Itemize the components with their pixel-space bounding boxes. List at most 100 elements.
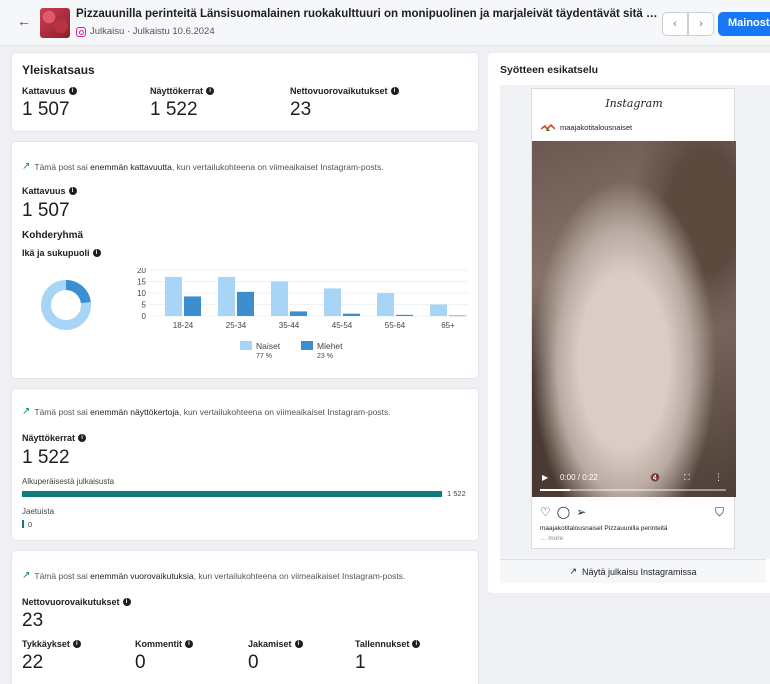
feed-preview-panel: Syötteen esikatselu Instagram maajakotit…: [488, 53, 770, 593]
y-tick-label: 10: [137, 289, 146, 298]
more-options-icon[interactable]: ⋮: [714, 472, 723, 483]
overview-engagement-label: Nettovuorovaikutukset i: [290, 86, 399, 96]
comments-value: 0: [135, 652, 146, 673]
overview-reach-label: Kattavuus i: [22, 86, 77, 96]
y-tick-label: 20: [137, 268, 146, 275]
post-caption: maajakotitalousnaiset Pizzauunilla perin…: [540, 525, 668, 532]
overview-reach-value: 1 507: [22, 99, 70, 120]
engagement-trend: ↗ Tämä post sai enemmän vuorovaikutuksia…: [22, 570, 406, 581]
shared-value: 0: [28, 520, 33, 529]
bar-miehet-65+[interactable]: [449, 315, 466, 317]
y-tick-label: 5: [142, 301, 147, 310]
info-icon[interactable]: i: [412, 640, 421, 648]
origin-bar-track: [22, 491, 442, 497]
x-tick-label: 18-24: [173, 321, 194, 330]
mute-icon[interactable]: 🔇: [650, 473, 660, 482]
info-icon[interactable]: i: [122, 598, 131, 606]
bar-naiset-45-54[interactable]: [324, 288, 341, 316]
overview-impressions-value: 1 522: [150, 99, 198, 120]
info-icon[interactable]: i: [72, 640, 81, 648]
age-gender-label: Ikä ja sukupuoli i: [22, 248, 101, 258]
shared-label: Jaetuista: [22, 507, 55, 516]
trend-up-icon: ↗: [22, 570, 31, 581]
shared-bar: [22, 520, 24, 528]
saves-label: Tallennukset i: [355, 639, 421, 649]
info-icon[interactable]: i: [294, 640, 303, 648]
instagram-post-preview: Instagram maajakotitalousnaiset ▶ 0:00 /…: [531, 88, 736, 549]
x-tick-label: 65+: [441, 321, 455, 330]
impressions-card: ↗ Tämä post sai enemmän näyttökertoja, k…: [12, 389, 478, 540]
y-tick-label: 15: [137, 278, 146, 287]
video-controls: ▶ 0:00 / 0:22 🔇 ⛶ ⋮: [532, 467, 736, 497]
bar-naiset-55-64[interactable]: [377, 293, 394, 316]
video-progress-bar[interactable]: [540, 489, 726, 491]
share-send-icon[interactable]: ➢: [576, 505, 586, 519]
legend-swatch-naiset: [240, 341, 252, 350]
bar-miehet-25-34[interactable]: [237, 291, 254, 316]
view-on-instagram-button[interactable]: ↗ Näytä julkaisu Instagramissa: [500, 559, 766, 583]
post-thumbnail: [40, 8, 70, 38]
comments-label: Kommentit i: [135, 639, 193, 649]
x-tick-label: 55-64: [385, 321, 406, 330]
info-icon[interactable]: i: [68, 187, 77, 195]
feed-preview-title: Syötteen esikatselu: [500, 64, 599, 76]
origin-bar: [22, 491, 442, 497]
bar-naiset-18-24[interactable]: [165, 276, 182, 316]
likes-label: Tykkäykset i: [22, 639, 81, 649]
shares-label: Jakamiset i: [248, 639, 303, 649]
x-tick-label: 35-44: [279, 321, 300, 330]
overview-engagement-value: 23: [290, 99, 312, 120]
bar-naiset-65+[interactable]: [430, 304, 447, 317]
origin-value: 1 522: [447, 489, 466, 498]
legend-miehet-pct: 23 %: [317, 353, 333, 360]
engagement-value: 23: [22, 610, 44, 631]
previous-post-button[interactable]: ‹: [662, 12, 688, 36]
post-video[interactable]: ▶ 0:00 / 0:22 🔇 ⛶ ⋮: [532, 141, 736, 497]
overview-card: Yleiskatsaus Kattavuus i 1 507 Näyttökerr…: [12, 53, 478, 131]
bar-miehet-55-64[interactable]: [396, 314, 413, 316]
play-icon[interactable]: ▶: [542, 473, 548, 482]
fullscreen-icon[interactable]: ⛶: [684, 473, 690, 483]
reach-label: Kattavuus i: [22, 186, 77, 196]
comment-icon[interactable]: ◯: [557, 505, 570, 519]
instagram-username[interactable]: maajakotitalousnaiset: [560, 123, 632, 132]
video-time: 0:00 / 0:22: [560, 473, 598, 482]
bar-miehet-18-24[interactable]: [184, 296, 201, 316]
audience-title: Kohderyhmä: [22, 230, 84, 241]
x-tick-label: 25-34: [226, 321, 247, 330]
bar-miehet-35-44[interactable]: [290, 311, 307, 316]
reach-card: ↗ Tämä post sai enemmän kattavuutta, kun…: [12, 142, 478, 378]
impressions-value: 1 522: [22, 447, 70, 468]
info-icon[interactable]: i: [390, 87, 399, 95]
info-icon[interactable]: i: [206, 87, 215, 95]
reach-trend: ↗ Tämä post sai enemmän kattavuutta, kun…: [22, 161, 384, 172]
caption-more-link[interactable]: … more: [540, 535, 563, 542]
impressions-trend: ↗ Tämä post sai enemmän näyttökertoja, k…: [22, 406, 391, 417]
back-arrow-icon[interactable]: ←: [17, 13, 31, 29]
trend-up-icon: ↗: [22, 406, 31, 417]
external-link-icon: ↗: [569, 566, 577, 576]
bar-miehet-45-54[interactable]: [343, 313, 360, 316]
info-icon[interactable]: i: [185, 640, 193, 648]
engagement-label: Nettovuorovaikutukset i: [22, 597, 131, 607]
post-published-date: Julkaisu · Julkaistu 10.6.2024: [90, 26, 215, 37]
overview-title: Yleiskatsaus: [22, 63, 95, 77]
legend-miehet: Miehet: [317, 341, 343, 351]
info-icon[interactable]: i: [92, 249, 101, 257]
likes-value: 22: [22, 652, 44, 673]
post-header: ← Pizzauunilla perinteitä Länsisuomalain…: [0, 0, 770, 46]
info-icon[interactable]: i: [68, 87, 77, 95]
y-tick-label: 0: [142, 312, 147, 321]
instagram-logo: Instagram: [605, 97, 663, 110]
info-icon[interactable]: i: [78, 434, 87, 442]
boost-button[interactable]: Mainosta: [718, 12, 770, 36]
bar-naiset-35-44[interactable]: [271, 281, 288, 317]
instagram-icon: [76, 26, 86, 37]
bar-naiset-25-34[interactable]: [218, 276, 235, 316]
next-post-button[interactable]: ›: [688, 12, 714, 36]
like-heart-icon[interactable]: ♡: [540, 505, 551, 519]
x-tick-label: 45-54: [332, 321, 353, 330]
reach-value: 1 507: [22, 200, 70, 221]
legend-naiset: Naiset: [256, 341, 281, 351]
bookmark-icon[interactable]: ⛉: [715, 505, 724, 520]
